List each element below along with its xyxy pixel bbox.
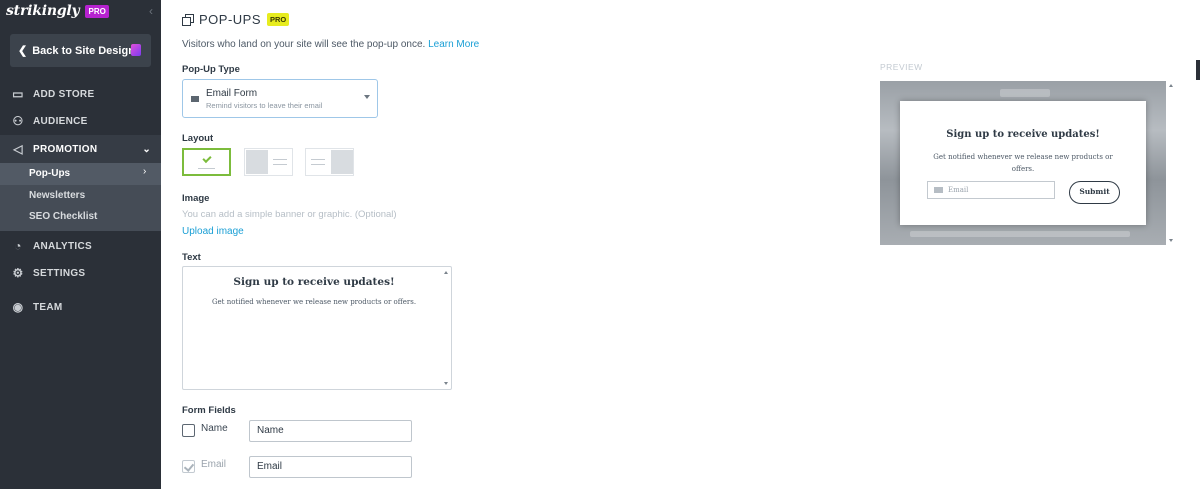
collapse-sidebar-icon[interactable]: ‹ <box>149 4 153 18</box>
layout-option-image-right[interactable] <box>305 148 354 176</box>
gear-icon: ⚙ <box>12 266 24 280</box>
image-label: Image <box>182 193 210 204</box>
popup-email-placeholder: Email <box>948 186 969 194</box>
checkmark-icon <box>202 153 212 164</box>
audience-icon: ⚇ <box>12 114 24 128</box>
nav-add-store[interactable]: ▭ ADD STORE <box>0 87 161 101</box>
layout-label: Layout <box>182 133 214 144</box>
email-checkbox[interactable] <box>182 460 195 473</box>
popup-submit-button: Submit <box>1069 181 1120 204</box>
email-field-input[interactable]: Email <box>249 456 412 478</box>
submenu-active-highlight <box>0 163 161 185</box>
scroll-up-icon[interactable] <box>444 271 448 274</box>
nav-audience[interactable]: ⚇ AUDIENCE <box>0 114 161 128</box>
editor-title-text[interactable]: Sign up to receive updates! <box>183 276 445 288</box>
popup-preview: Sign up to receive updates! Get notified… <box>900 101 1146 225</box>
popup-title: Sign up to receive updates! <box>946 129 1100 140</box>
popup-email-input: Email <box>927 181 1055 199</box>
text-editor[interactable]: Sign up to receive updates! Get notified… <box>182 266 452 390</box>
nav-label: TEAM <box>33 301 63 313</box>
blurred-background <box>910 231 1130 237</box>
app: strikingly PRO ‹ ❮ Back to Site Design ▭… <box>0 0 1200 489</box>
name-checkbox[interactable] <box>182 424 195 437</box>
layout-line <box>273 159 287 160</box>
page-title: POP-UPS <box>199 12 262 27</box>
sidebar: strikingly PRO ‹ ❮ Back to Site Design ▭… <box>0 0 161 489</box>
editor-subtitle-text[interactable]: Get notified whenever we release new pro… <box>183 298 445 306</box>
brand: strikingly PRO <box>6 3 109 19</box>
text-label: Text <box>182 252 201 263</box>
scroll-up-icon[interactable] <box>1169 84 1173 87</box>
window-edge <box>1196 60 1200 80</box>
site-design-icon <box>131 44 141 56</box>
editor-scrollbar[interactable] <box>443 268 450 388</box>
brand-logo[interactable]: strikingly <box>6 3 80 19</box>
form-fields-label: Form Fields <box>182 405 236 416</box>
submenu-popups[interactable]: Pop-Ups <box>29 168 70 179</box>
form-field-name-row: Name <box>182 423 243 437</box>
analytics-icon: ◔ <box>14 239 22 253</box>
layout-line <box>311 159 325 160</box>
back-button-label: Back to Site Design <box>32 44 135 57</box>
store-icon: ▭ <box>12 87 24 101</box>
envelope-icon <box>191 96 199 102</box>
submenu-seo-checklist[interactable]: SEO Checklist <box>29 211 97 222</box>
nav-analytics[interactable]: ◔ ANALYTICS <box>0 239 161 253</box>
form-field-email-row: Email <box>182 459 243 473</box>
blurred-background <box>1000 89 1050 97</box>
layout-image-block <box>246 150 268 174</box>
popup-subtitle: Get notified whenever we release new pro… <box>933 153 1113 173</box>
email-field-label: Email <box>201 459 227 470</box>
layout-image-block <box>331 150 353 174</box>
learn-more-link[interactable]: Learn More <box>428 39 479 50</box>
preview-label: PREVIEW <box>880 62 923 72</box>
popup-type-label: Pop-Up Type <box>182 64 240 75</box>
layout-option-centered[interactable] <box>182 148 231 176</box>
megaphone-icon: ◁ <box>13 142 23 156</box>
image-hint: You can add a simple banner or graphic. … <box>182 209 397 220</box>
pro-badge: PRO <box>267 13 290 26</box>
nav-team[interactable]: ◉ TEAM <box>0 300 161 314</box>
pro-badge: PRO <box>85 4 109 18</box>
page-header: POP-UPS PRO <box>182 12 290 27</box>
nav-settings[interactable]: ⚙ SETTINGS <box>0 266 161 280</box>
back-to-site-design-button[interactable]: ❮ Back to Site Design <box>10 34 151 67</box>
description-text: Visitors who land on your site will see … <box>182 39 426 50</box>
chevron-left-icon: ❮ <box>18 45 28 57</box>
scroll-down-icon[interactable] <box>444 382 448 385</box>
layout-line <box>311 164 325 165</box>
chevron-down-icon: ⌄ <box>142 143 151 155</box>
nav-label: ADD STORE <box>33 88 95 100</box>
nav-promotion[interactable]: ◁ PROMOTION ⌄ <box>0 135 161 163</box>
nav-label: AUDIENCE <box>33 115 88 127</box>
layout-option-image-left[interactable] <box>244 148 293 176</box>
envelope-icon <box>934 187 943 193</box>
popup-type-hint: Remind visitors to leave their email <box>206 101 323 110</box>
nav-label: PROMOTION <box>33 143 98 155</box>
name-field-input[interactable]: Name <box>249 420 412 442</box>
popups-icon <box>182 14 194 26</box>
description: Visitors who land on your site will see … <box>182 39 479 50</box>
chevron-right-icon: › <box>143 166 147 177</box>
caret-down-icon <box>364 95 370 99</box>
name-field-label: Name <box>201 423 228 434</box>
submenu-newsletters[interactable]: Newsletters <box>29 190 85 201</box>
popup-type-select[interactable]: Email Form Remind visitors to leave thei… <box>182 79 378 118</box>
layout-line <box>273 164 287 165</box>
preview-pane: Sign up to receive updates! Get notified… <box>880 81 1166 245</box>
preview-scrollbar[interactable] <box>1167 81 1176 245</box>
team-icon: ◉ <box>12 300 24 314</box>
scroll-down-icon[interactable] <box>1169 239 1173 242</box>
nav-label: SETTINGS <box>33 267 86 279</box>
popup-type-value: Email Form <box>206 88 258 99</box>
nav-label: ANALYTICS <box>33 240 93 252</box>
upload-image-link[interactable]: Upload image <box>182 226 244 237</box>
layout-line <box>198 168 215 169</box>
